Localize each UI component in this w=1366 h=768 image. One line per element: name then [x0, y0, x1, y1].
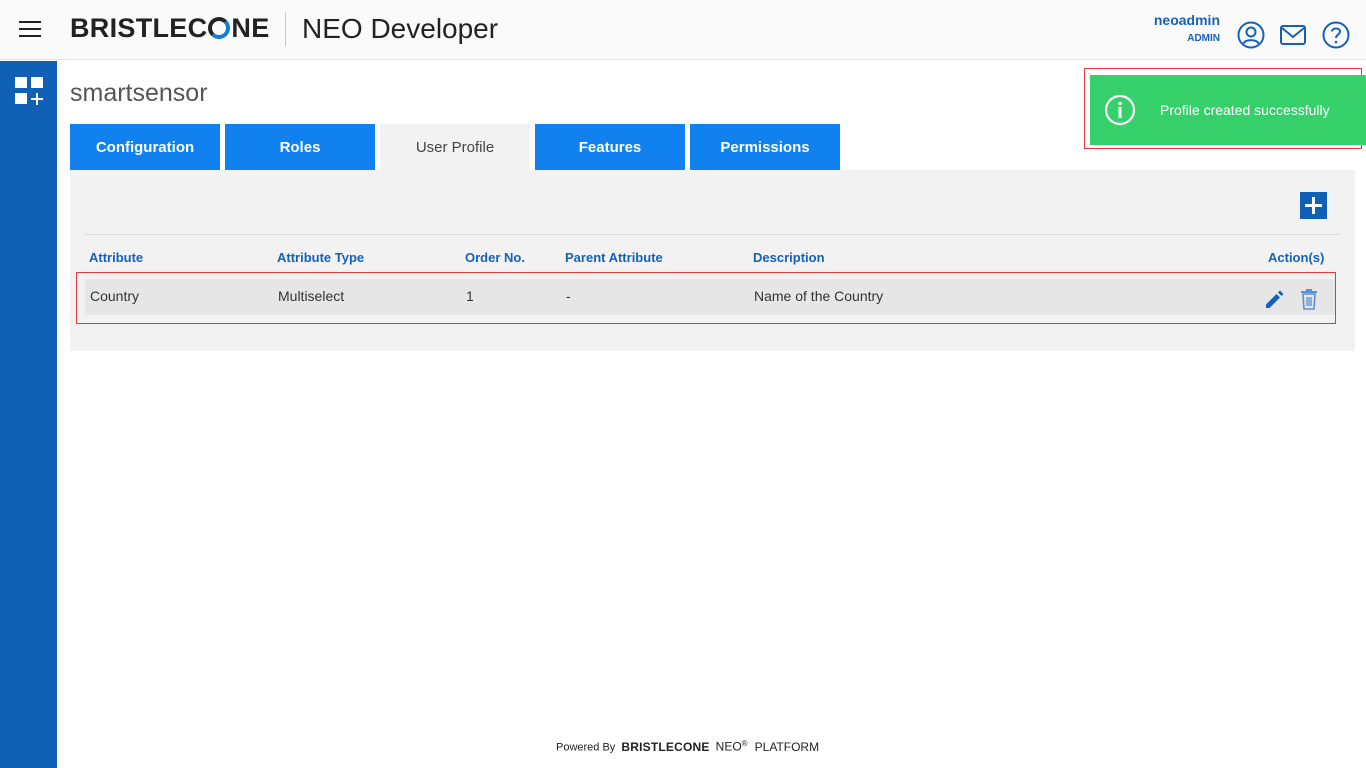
tab-bar: Configuration Roles User Profile Feature… [70, 124, 845, 170]
row-highlight [76, 272, 1336, 324]
footer-platform: PLATFORM [754, 739, 820, 754]
user-info: neoadmin ADMIN [1154, 12, 1220, 44]
footer-registered-mark: ® [741, 739, 748, 748]
user-name: neoadmin [1153, 12, 1220, 28]
brand-divider [285, 12, 286, 46]
sidebar [0, 61, 57, 768]
tab-configuration[interactable]: Configuration [70, 124, 220, 170]
column-header-description: Description [753, 250, 825, 265]
column-header-attribute-type: Attribute Type [277, 250, 365, 265]
top-header: BRISTLEC NE NEO Developer neoadmin ADMIN [0, 0, 1366, 60]
footer: Powered By BRISTLECONE NEO® PLATFORM [556, 739, 819, 754]
user-profile-panel: Attribute Attribute Type Order No. Paren… [70, 170, 1355, 351]
column-header-order-no: Order No. [465, 250, 525, 265]
add-attribute-button[interactable] [1300, 192, 1327, 219]
success-toast: Profile created successfully [1090, 75, 1366, 145]
brand-logo: BRISTLEC NE [70, 13, 270, 43]
divider [85, 234, 1340, 235]
user-role: ADMIN [1187, 33, 1220, 44]
user-profile-icon[interactable] [1237, 21, 1265, 49]
help-icon[interactable] [1322, 21, 1350, 49]
column-header-actions: Action(s) [1268, 250, 1325, 265]
app-title: NEO Developer [302, 13, 499, 44]
apps-add-icon[interactable] [14, 76, 44, 106]
toast-message: Profile created successfully [1160, 102, 1330, 118]
brand-logo-mark [208, 17, 231, 39]
footer-neo: NEO [715, 739, 742, 754]
page-title: smartsensor [70, 79, 208, 107]
menu-icon[interactable] [19, 21, 41, 39]
footer-brand: BRISTLECONE [621, 739, 710, 754]
footer-powered-by: Powered By [556, 741, 616, 754]
tab-features[interactable]: Features [535, 124, 685, 170]
column-header-attribute: Attribute [89, 250, 144, 265]
tab-user-profile[interactable]: User Profile [380, 124, 530, 170]
tab-roles[interactable]: Roles [225, 124, 375, 170]
info-icon [1104, 94, 1136, 126]
tab-permissions[interactable]: Permissions [690, 124, 840, 170]
mail-icon[interactable] [1279, 21, 1307, 49]
column-header-parent-attribute: Parent Attribute [565, 250, 663, 265]
